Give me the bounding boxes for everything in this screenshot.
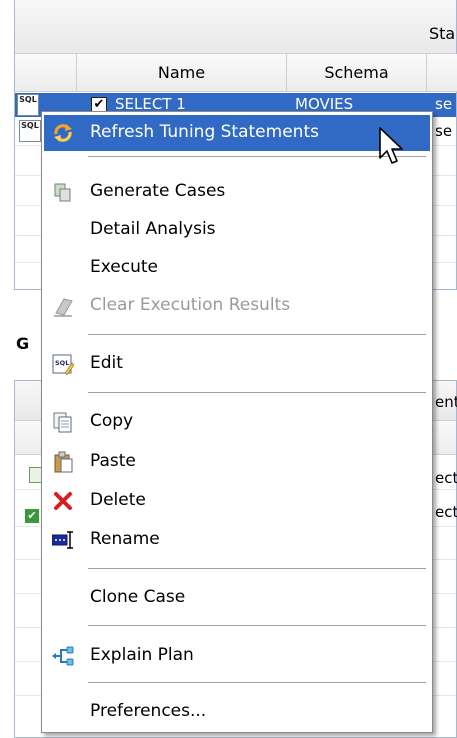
- menu-separator-highlight: [88, 393, 426, 394]
- menu-item-label: Rename: [90, 529, 160, 549]
- eraser-icon: [54, 298, 73, 317]
- menu-separator-highlight: [88, 335, 426, 336]
- menu-item-label: Paste: [90, 451, 136, 471]
- menu-separator-highlight: [88, 626, 426, 627]
- menu-item-rename[interactable]: Rename: [44, 522, 430, 558]
- menu-item-label: Execute: [90, 257, 158, 277]
- row-statement: se: [435, 95, 453, 113]
- paste-icon: [54, 451, 73, 473]
- menu-separator-highlight: [88, 683, 426, 684]
- menu-item-explain-plan[interactable]: Explain Plan: [44, 638, 430, 674]
- svg-text:SQL: SQL: [55, 359, 69, 367]
- menu-item-label: Refresh Tuning Statements: [90, 122, 319, 142]
- cases-header-label: ent: [435, 393, 457, 411]
- menu-separator-highlight: [88, 157, 426, 158]
- menu-item-generate-cases[interactable]: Generate Cases: [44, 174, 430, 210]
- sql-icon: SQL: [19, 120, 41, 142]
- column-header-statement[interactable]: [427, 54, 457, 92]
- menu-item-paste[interactable]: Paste: [44, 444, 430, 480]
- menu-item-label: Delete: [90, 490, 146, 510]
- case-check-icon: ✔: [25, 509, 39, 523]
- section-label: G: [16, 334, 30, 353]
- menu-item-clear-execution-results: Clear Execution Results: [44, 288, 430, 324]
- menu-item-label: Preferences...: [90, 701, 207, 721]
- column-header-name[interactable]: Name: [77, 54, 287, 92]
- menu-item-label: Detail Analysis: [90, 219, 216, 239]
- row-statement: ect: [435, 469, 457, 487]
- row-statement: ect: [435, 503, 457, 521]
- sql-icon: SQL: [17, 94, 39, 116]
- menu-item-label: Clear Execution Results: [90, 295, 291, 315]
- menu-separator-highlight: [88, 569, 426, 570]
- menu-item-label: Clone Case: [90, 587, 186, 607]
- menu-item-preferences[interactable]: Preferences...: [44, 694, 430, 730]
- mouse-cursor-icon: [379, 127, 403, 164]
- menu-item-label: Copy: [90, 411, 134, 431]
- row-statement: se: [435, 122, 453, 140]
- menu-item-copy[interactable]: Copy: [44, 404, 430, 440]
- menu-item-detail-analysis[interactable]: Detail Analysis: [44, 212, 430, 248]
- rename-icon: [52, 531, 73, 549]
- copy-icon: [53, 412, 72, 433]
- menu-item-label: Generate Cases: [90, 181, 226, 201]
- column-header-schema[interactable]: Schema: [287, 54, 427, 92]
- statements-group-header-label: Sta: [429, 24, 456, 43]
- column-header-icon[interactable]: [15, 54, 77, 92]
- context-menu: Refresh Tuning Statements Generate Cases…: [41, 111, 433, 733]
- statements-group-header: Sta: [15, 0, 456, 54]
- refresh-icon: [54, 124, 72, 142]
- delete-icon: [54, 492, 72, 510]
- menu-item-edit[interactable]: SQL Edit: [44, 346, 430, 382]
- sql-edit-icon: SQL: [52, 354, 74, 375]
- menu-item-label: Edit: [90, 353, 123, 373]
- menu-item-label: Explain Plan: [90, 645, 194, 665]
- generate-cases-icon: [54, 183, 71, 202]
- menu-item-refresh-tuning-statements[interactable]: Refresh Tuning Statements: [44, 115, 430, 151]
- explain-plan-icon: [52, 646, 74, 666]
- menu-item-execute[interactable]: Execute: [44, 250, 430, 286]
- menu-item-clone-case[interactable]: Clone Case: [44, 580, 430, 616]
- menu-item-delete[interactable]: Delete: [44, 483, 430, 519]
